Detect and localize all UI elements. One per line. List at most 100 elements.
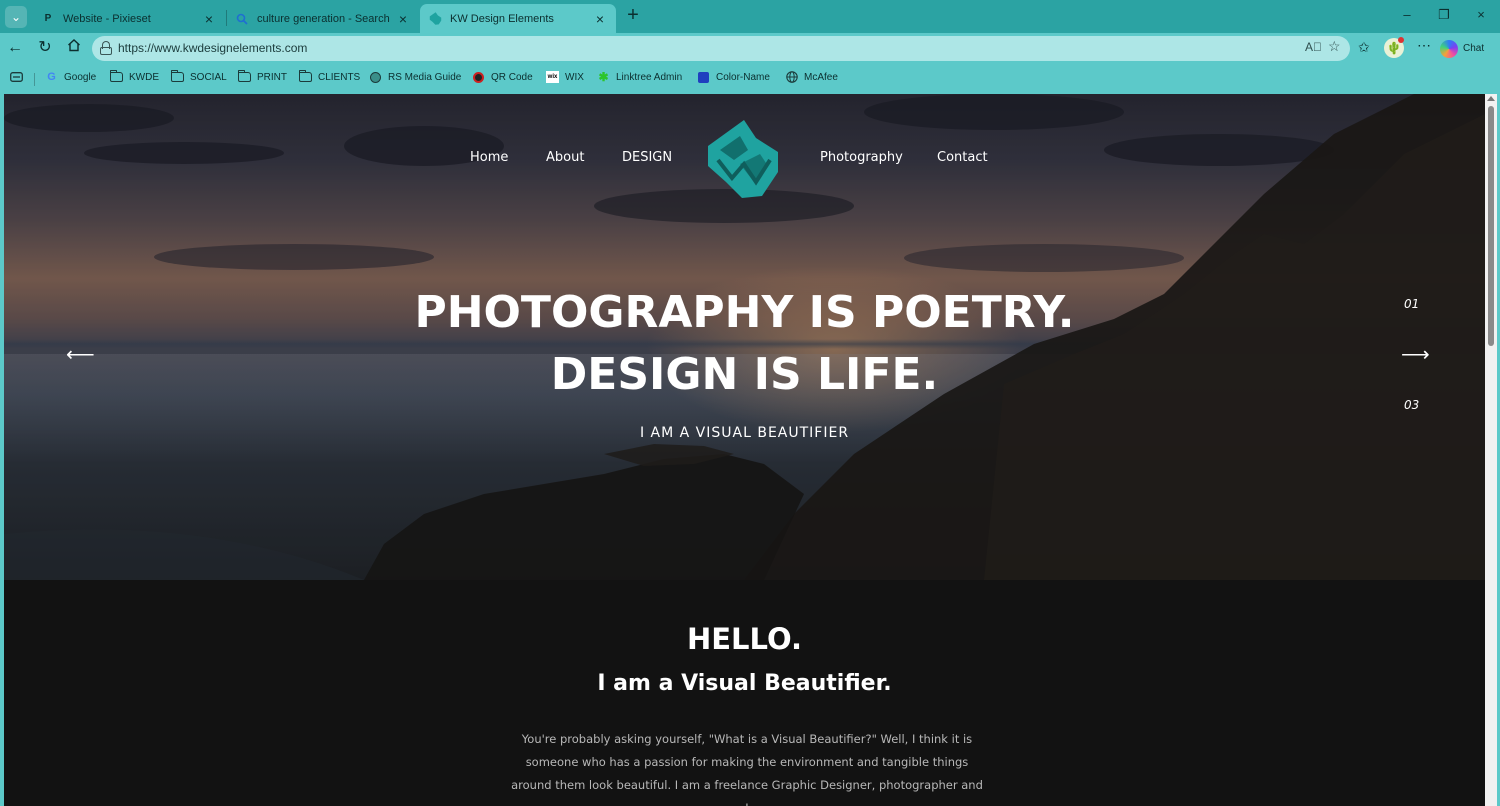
hero-slideshow: Home About DESIGN Photography Contact PH…	[4, 94, 1485, 580]
slide-next-arrow-icon[interactable]: ⟶	[1401, 342, 1430, 367]
page-scrollbar[interactable]	[1485, 94, 1497, 806]
bookmark-folder-print[interactable]: PRINT	[238, 70, 287, 83]
bookmark-google[interactable]: G Google	[45, 71, 96, 83]
globe-icon	[785, 71, 798, 83]
refresh-button[interactable]: ↻	[35, 38, 55, 58]
bookmark-label: Linktree Admin	[616, 71, 683, 83]
intro-line-1: You're probably asking yourself, "What i…	[521, 732, 973, 746]
bookmark-folder-social[interactable]: SOCIAL	[171, 70, 227, 83]
bookmark-wix[interactable]: wix WIX	[546, 71, 584, 83]
plus-icon: +	[627, 4, 639, 26]
arrow-left-icon: ←	[7, 39, 23, 56]
bookmark-rs-media-guide[interactable]: RS Media Guide	[369, 71, 461, 83]
nav-contact-link[interactable]: Contact	[937, 150, 988, 165]
copilot-chat-button[interactable]: Chat	[1440, 37, 1484, 60]
intro-line-2: someone who has a passion for making the…	[525, 755, 969, 769]
tab-kw-design-elements[interactable]: KW Design Elements ×	[420, 4, 616, 33]
back-button[interactable]: ←	[5, 38, 25, 58]
pixieset-favicon-icon: P	[44, 13, 52, 24]
tab-culture-generation-search[interactable]: culture generation - Search ×	[227, 4, 419, 33]
restore-icon: ❐	[1438, 7, 1450, 22]
hero-tagline: I AM A VISUAL BEAUTIFIER	[639, 425, 850, 441]
slide-number-next[interactable]: 03	[1404, 398, 1419, 412]
read-aloud-icon[interactable]: A⃝	[1305, 40, 1322, 54]
home-button[interactable]	[64, 38, 84, 58]
bookmark-label: RS Media Guide	[388, 71, 462, 83]
bookmark-label: WIX	[565, 71, 584, 83]
folder-icon	[110, 70, 123, 83]
notification-dot	[1398, 37, 1404, 43]
folder-icon	[238, 70, 251, 83]
tab-actions-menu-button[interactable]: ⌄	[5, 6, 27, 28]
browser-toolbar: ← ↻ https://www.kwdesignelements.com A⃝ …	[0, 33, 1500, 64]
intro-hello-heading: HELLO.	[686, 622, 803, 656]
cactus-icon: 🌵	[1386, 41, 1402, 55]
rs-media-icon	[369, 71, 382, 83]
nav-photography-link[interactable]: Photography	[820, 150, 903, 165]
intro-line-3: around them look beautiful. I am a freel…	[511, 778, 983, 806]
tab-label: Website - Pixieset	[63, 12, 151, 25]
home-icon	[67, 39, 81, 56]
lock-icon[interactable]	[100, 41, 112, 55]
intro-subheading: I am a Visual Beautifier.	[597, 671, 892, 696]
wix-icon: wix	[546, 71, 559, 83]
more-options-icon[interactable]: ⋯	[1417, 37, 1431, 54]
bookmarks-separator	[34, 73, 35, 86]
minimize-icon: –	[1403, 7, 1411, 22]
tab-pixieset[interactable]: P Website - Pixieset ×	[33, 4, 225, 33]
google-icon: G	[47, 71, 56, 83]
bookmark-linktree-admin[interactable]: ✱ Linktree Admin	[597, 70, 683, 84]
nav-about-link[interactable]: About	[546, 150, 584, 165]
search-icon	[235, 12, 249, 26]
kw-logo-link[interactable]	[704, 116, 782, 200]
kw-logo-icon	[708, 120, 778, 198]
new-tab-button[interactable]: +	[622, 5, 644, 27]
nav-home-link[interactable]: Home	[470, 150, 508, 165]
hero-headline-line-1: PHOTOGRAPHY IS POETRY.	[414, 287, 1075, 338]
tab-strip: ⌄ P Website - Pixieset × culture generat…	[0, 0, 1500, 33]
bookmarks-bar: G Google KWDE SOCIAL PRINT CLIENTS RS Me…	[0, 64, 1500, 92]
favorite-star-icon[interactable]: ☆	[1328, 38, 1341, 55]
bookmark-label: Color-Name	[716, 71, 770, 83]
folder-icon	[171, 70, 184, 83]
chevron-down-icon: ⌄	[10, 10, 22, 24]
close-window-button[interactable]: ×	[1471, 7, 1491, 27]
tab-label: KW Design Elements	[450, 12, 554, 25]
minimize-button[interactable]: –	[1397, 7, 1417, 27]
bookmark-label: CLIENTS	[318, 71, 361, 83]
bookmark-folder-clients[interactable]: CLIENTS	[299, 70, 361, 83]
bookmark-folder-kwde[interactable]: KWDE	[110, 70, 159, 83]
close-icon[interactable]: ×	[592, 11, 608, 27]
chat-label: Chat	[1463, 43, 1485, 54]
bookmark-label: McAfee	[804, 71, 838, 83]
bookmark-color-name[interactable]: Color-Name	[697, 71, 770, 83]
folder-icon	[299, 70, 312, 83]
hero-headline-line-2: DESIGN IS LIFE.	[550, 349, 939, 400]
color-name-icon	[697, 71, 710, 83]
favorites-icon[interactable]: ✩	[1358, 39, 1370, 56]
bookmark-label: QR Code	[491, 71, 533, 83]
intro-paragraph: You're probably asking yourself, "What i…	[509, 728, 985, 806]
restore-button[interactable]: ❐	[1434, 7, 1454, 27]
refresh-icon: ↻	[38, 39, 52, 56]
nav-design-link[interactable]: DESIGN	[622, 150, 672, 165]
bookmarks-menu-button[interactable]	[10, 71, 29, 83]
bookmark-label: KWDE	[129, 71, 159, 83]
bookmarks-menu-icon	[10, 71, 23, 83]
url-text[interactable]: https://www.kwdesignelements.com	[118, 41, 307, 55]
address-bar[interactable]: https://www.kwdesignelements.com A⃝ ☆	[92, 36, 1350, 61]
qr-code-icon	[472, 71, 485, 83]
intro-section: HELLO. I am a Visual Beautifier. You're …	[4, 580, 1485, 806]
close-icon[interactable]: ×	[201, 11, 217, 27]
slide-number-prev[interactable]: 01	[1404, 297, 1419, 311]
scroll-up-arrow-icon[interactable]	[1487, 96, 1495, 101]
bookmark-label: Google	[64, 71, 97, 83]
close-icon[interactable]: ×	[395, 11, 411, 27]
scrollbar-thumb[interactable]	[1488, 106, 1494, 346]
bookmark-mcafee[interactable]: McAfee	[785, 71, 838, 83]
linktree-icon: ✱	[598, 70, 609, 84]
page-viewport: Home About DESIGN Photography Contact PH…	[4, 94, 1485, 806]
bookmark-qr-code[interactable]: QR Code	[472, 71, 533, 83]
slide-prev-arrow-icon[interactable]: ⟵	[66, 342, 95, 367]
bookmark-label: PRINT	[257, 71, 287, 83]
